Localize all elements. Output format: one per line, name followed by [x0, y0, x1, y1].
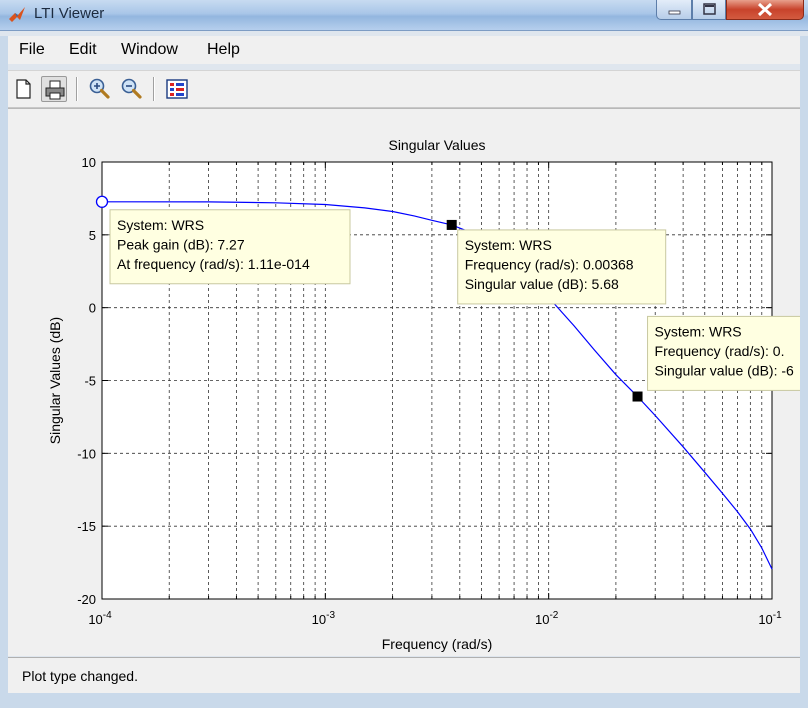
window-title: LTI Viewer	[34, 5, 105, 22]
window-frame-left	[0, 36, 8, 708]
plot-panel: 10 5 0 -5 -10 -15 -20 10-4 10-3 10-2 10-1 Singular …	[8, 108, 800, 656]
datatip-text: Frequency (rad/s): 0.00368	[465, 256, 634, 272]
x-tick-label: 10-4	[88, 610, 112, 627]
datatip-text: Singular value (dB): -6	[655, 362, 795, 378]
zoom-out-button[interactable]	[118, 76, 144, 102]
y-tick-label: 5	[89, 228, 96, 243]
maximize-icon	[703, 3, 716, 15]
zoom-in-button[interactable]	[86, 76, 112, 102]
toolbar-separator	[153, 77, 155, 101]
datatip-marker	[632, 391, 643, 402]
toolbar-separator	[76, 77, 78, 101]
menu-help[interactable]: Help	[207, 41, 240, 59]
singular-values-chart[interactable]: 10 5 0 -5 -10 -15 -20 10-4 10-3 10-2 10-1 Singular …	[8, 109, 800, 656]
datatip-text: Singular value (dB): 5.68	[465, 276, 619, 292]
x-tick-label: 10-3	[312, 610, 336, 627]
y-tick-label: -15	[77, 519, 96, 534]
x-axis-label: Frequency (rad/s)	[382, 636, 492, 652]
zoom-out-icon	[121, 78, 142, 99]
status-bar: Plot type changed.	[8, 657, 800, 694]
menu-window[interactable]: Window	[121, 41, 178, 59]
toolbar	[8, 70, 800, 108]
menu-edit[interactable]: Edit	[69, 41, 97, 59]
matlab-logo-icon	[9, 7, 25, 22]
new-document-icon	[16, 79, 31, 99]
grid-view-icon	[166, 79, 188, 99]
print-button[interactable]	[41, 76, 67, 102]
y-tick-label: -5	[84, 374, 96, 389]
close-icon	[757, 2, 773, 17]
menu-file[interactable]: File	[19, 41, 45, 59]
peak-gain-marker	[95, 195, 109, 208]
status-text: Plot type changed.	[22, 668, 138, 684]
y-tick-label: -10	[77, 446, 96, 461]
y-tick-label: 10	[82, 155, 96, 170]
datatip-text: Frequency (rad/s): 0.	[655, 343, 785, 359]
x-tick-label: 10-2	[535, 610, 559, 627]
datatip-text: Peak gain (dB): 7.27	[117, 236, 245, 252]
window-frame-bottom	[0, 693, 808, 708]
minimize-button[interactable]	[656, 0, 692, 20]
grid-view-button[interactable]	[164, 76, 190, 102]
menu-bar: File Edit Window Help	[8, 36, 800, 64]
y-tick-label: -20	[77, 592, 96, 607]
new-document-button[interactable]	[10, 76, 36, 102]
close-button[interactable]	[726, 0, 804, 20]
maximize-button[interactable]	[692, 0, 726, 20]
x-tick-label: 10-1	[758, 610, 782, 627]
y-axis-label: Singular Values (dB)	[47, 317, 63, 444]
minimize-icon	[668, 10, 681, 15]
chart-title: Singular Values	[388, 137, 485, 153]
print-icon	[45, 80, 65, 100]
datatip-marker	[446, 219, 457, 230]
window-frame-right	[800, 36, 808, 708]
datatip-text: System: WRS	[117, 217, 204, 233]
datatip-text: System: WRS	[465, 237, 552, 253]
datatip-text: System: WRS	[655, 323, 742, 339]
title-bar[interactable]: LTI Viewer	[0, 0, 808, 31]
y-tick-label: 0	[89, 301, 96, 316]
datatip-text: At frequency (rad/s): 1.11e-014	[117, 256, 310, 272]
zoom-in-icon	[89, 78, 110, 99]
